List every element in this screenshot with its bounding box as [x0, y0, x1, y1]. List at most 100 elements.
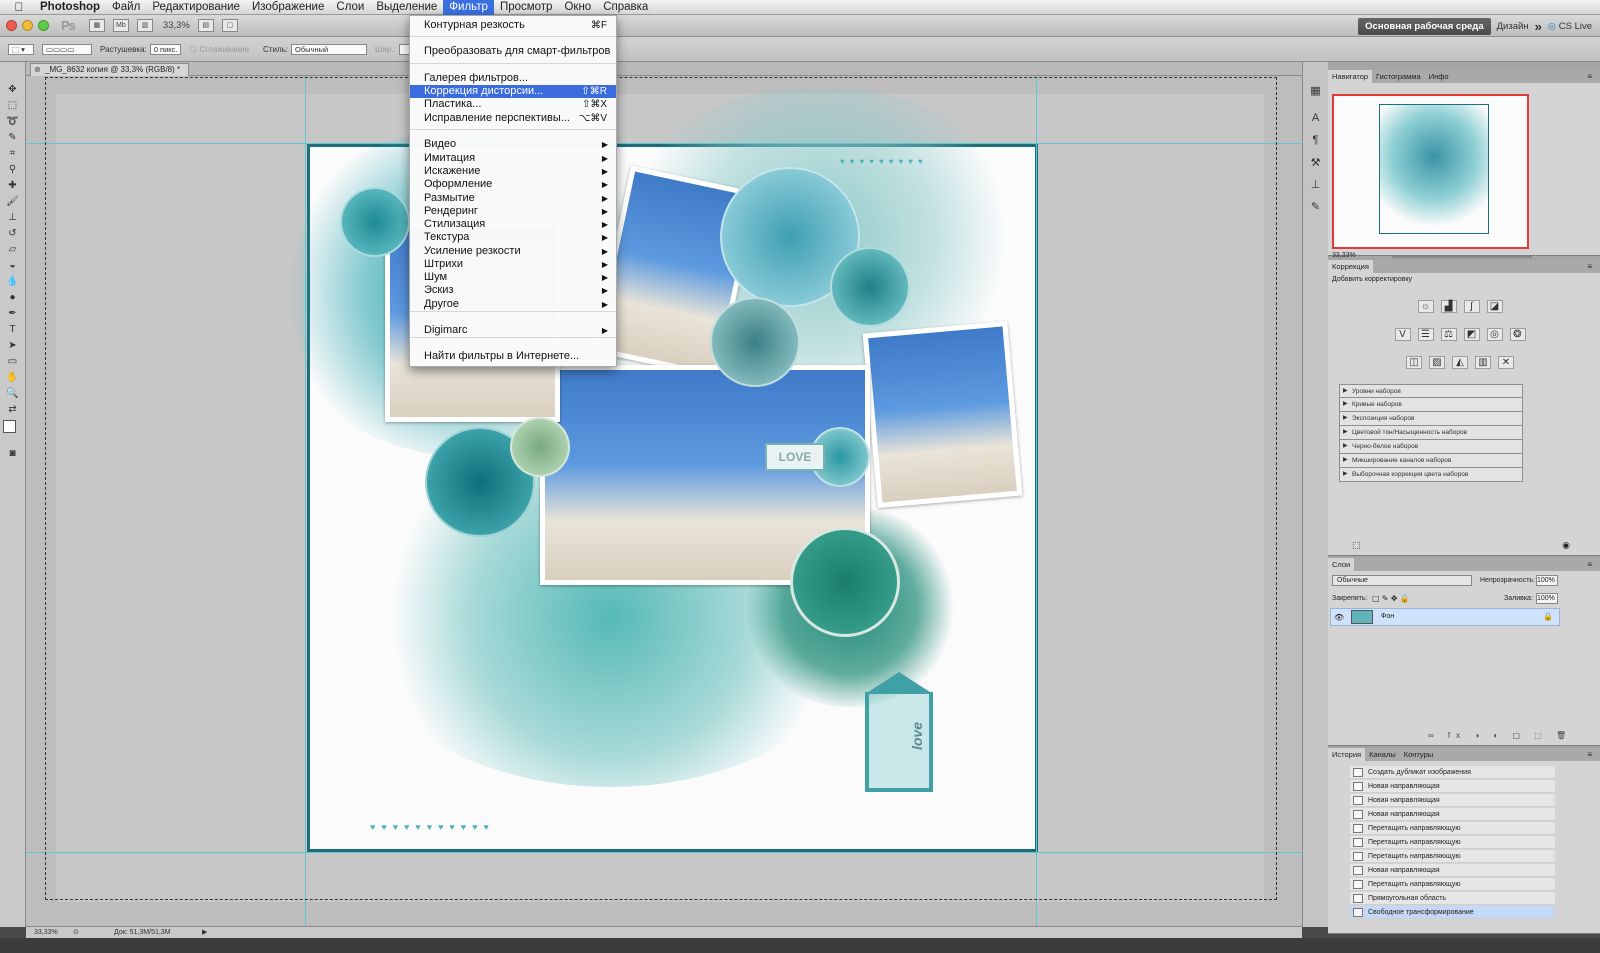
- apple-icon[interactable]: : [10, 0, 28, 14]
- foreground-color-swatch[interactable]: [3, 420, 16, 433]
- preset-exposure[interactable]: ▶ Экспозиция наборов: [1339, 412, 1523, 426]
- status-info-icon[interactable]: ⊙: [73, 927, 79, 938]
- filter-menu-item[interactable]: Стилизация ▶: [410, 218, 616, 231]
- paint-bucket-tool-icon[interactable]: ◒: [4, 258, 22, 272]
- preset-curves[interactable]: ▶ Кривые наборов: [1339, 398, 1523, 412]
- eye-icon[interactable]: 👁: [1334, 613, 1344, 622]
- swap-colors-icon[interactable]: ⇄: [4, 402, 22, 416]
- menu-select[interactable]: Выделение: [370, 0, 443, 15]
- menu-filter[interactable]: Фильтр: [443, 0, 494, 15]
- photo-filter-icon[interactable]: ◎: [1486, 328, 1503, 341]
- navigator-zoom[interactable]: 33,33%: [1332, 252, 1356, 259]
- character-panel-icon[interactable]: A: [1308, 112, 1324, 126]
- status-zoom[interactable]: 33,33%: [34, 927, 58, 938]
- hand-tool-icon[interactable]: ✋: [4, 370, 22, 384]
- history-item[interactable]: Новая направляющая: [1350, 794, 1555, 807]
- filter-menu-item[interactable]: Размытие ▶: [410, 192, 616, 205]
- tool-presets-icon[interactable]: ⚒: [1308, 156, 1324, 170]
- tab-paths[interactable]: Контуры: [1400, 748, 1437, 761]
- posterize-icon[interactable]: ▨: [1429, 356, 1445, 369]
- filter-menu-item[interactable]: Рендеринг ▶: [410, 205, 616, 218]
- preset-black-white[interactable]: ▶ Черно-белое наборов: [1339, 440, 1523, 454]
- history-item[interactable]: Создать дубликат изображения: [1350, 766, 1555, 779]
- tab-adjustments[interactable]: Коррекция: [1328, 260, 1373, 273]
- fill-input[interactable]: 100%: [1536, 593, 1558, 604]
- filter-menu-item[interactable]: Усиление резкости ▶: [410, 245, 616, 258]
- menu-window[interactable]: Окно: [558, 0, 597, 15]
- tab-navigator[interactable]: Навигатор: [1328, 70, 1373, 83]
- panel-menu-icon[interactable]: ≡: [1583, 558, 1596, 571]
- quick-selection-tool-icon[interactable]: ✎: [4, 130, 22, 144]
- feather-input[interactable]: 0 пикс.: [149, 43, 182, 55]
- mini-bridge-button[interactable]: Mb: [112, 19, 129, 32]
- dodge-tool-icon[interactable]: ●: [4, 290, 22, 304]
- preset-levels[interactable]: ▶ Уровни наборов: [1339, 384, 1523, 398]
- filter-menu-item[interactable]: Контурная резкость ⌘F: [410, 19, 616, 32]
- status-menu-arrow-icon[interactable]: ▶: [202, 927, 207, 938]
- history-item[interactable]: Прямоугольная область: [1350, 892, 1555, 905]
- curves-icon[interactable]: ∫: [1463, 300, 1480, 313]
- layer-buttons-row[interactable]: ∞ fx ◑ ◐ ▢ ⬚ 🗑: [1428, 731, 1572, 740]
- tab-info[interactable]: Инфо: [1425, 70, 1453, 83]
- filter-menu-item[interactable]: Штрихи ▶: [410, 258, 616, 271]
- menu-edit[interactable]: Редактирование: [146, 0, 246, 15]
- healing-brush-tool-icon[interactable]: ✚: [4, 178, 22, 192]
- blend-mode-select[interactable]: Обычные: [1332, 575, 1472, 586]
- more-workspaces-button[interactable]: »: [1535, 19, 1542, 34]
- filter-menu-item[interactable]: Другое ▶: [410, 298, 616, 311]
- menu-layers[interactable]: Слои: [330, 0, 370, 15]
- history-item[interactable]: Перетащить направляющую: [1350, 850, 1555, 863]
- selective-color-icon[interactable]: ✕: [1498, 356, 1514, 369]
- close-window-button[interactable]: [6, 20, 17, 31]
- panel-menu-icon[interactable]: ≡: [1583, 260, 1596, 273]
- menu-photoshop[interactable]: Photoshop: [34, 0, 106, 15]
- tab-histogram[interactable]: Гистограмма: [1372, 70, 1425, 83]
- preset-hue-saturation[interactable]: ▶ Цветовой тон/Насыщенность наборов: [1339, 426, 1523, 440]
- workspace-design-button[interactable]: Дизайн: [1497, 21, 1529, 32]
- filter-menu-item[interactable]: Видео ▶: [410, 138, 616, 151]
- filter-menu-item[interactable]: Искажение ▶: [410, 165, 616, 178]
- filter-menu-item[interactable]: Эскиз ▶: [410, 284, 616, 297]
- clone-source-icon[interactable]: ⊥: [1308, 178, 1324, 192]
- eraser-tool-icon[interactable]: ▱: [4, 242, 22, 256]
- panel-menu-icon[interactable]: ≡: [1583, 70, 1596, 83]
- filter-menu-item[interactable]: Найти фильтры в Интернете...: [410, 350, 616, 363]
- history-item[interactable]: Новая направляющая: [1350, 808, 1555, 821]
- history-item[interactable]: Новая направляющая: [1350, 864, 1555, 877]
- document-canvas[interactable]: LOVE love ♥♥♥♥♥♥♥♥♥♥♥ ♥♥♥♥♥♥♥♥♥: [26, 76, 1302, 926]
- lasso-tool-icon[interactable]: ➰: [4, 114, 22, 128]
- filter-menu-item[interactable]: Коррекция дисторсии... ⇧⌘R: [410, 85, 616, 98]
- tab-layers[interactable]: Слои: [1328, 558, 1355, 571]
- style-select[interactable]: Обычный: [291, 43, 368, 55]
- type-tool-icon[interactable]: T: [4, 322, 22, 336]
- brush-tool-icon[interactable]: 🖌: [4, 194, 22, 208]
- preset-selective-color[interactable]: ▶ Выборочная коррекция цвета наборов: [1339, 468, 1523, 482]
- workspace-essentials-button[interactable]: Основная рабочая среда: [1358, 17, 1491, 35]
- navigator-thumbnail[interactable]: [1332, 94, 1529, 249]
- selection-mode-buttons[interactable]: ▭▭▭▭: [42, 43, 92, 55]
- arrange-documents-icon[interactable]: ▤: [197, 19, 214, 32]
- blur-tool-icon[interactable]: 💧: [4, 274, 22, 288]
- history-item[interactable]: Перетащить направляющую: [1350, 822, 1555, 835]
- gradient-map-icon[interactable]: ▥: [1475, 356, 1491, 369]
- zoom-level-select[interactable]: 33,3%: [163, 20, 190, 31]
- history-item[interactable]: Перетащить направляющую: [1350, 836, 1555, 849]
- menu-help[interactable]: Справка: [597, 0, 654, 15]
- color-balance-icon[interactable]: ⚖: [1440, 328, 1457, 341]
- rectangle-tool-icon[interactable]: ▭: [4, 354, 22, 368]
- filter-menu-item[interactable]: Текстура ▶: [410, 231, 616, 244]
- zoom-tool-icon[interactable]: 🔍: [4, 386, 22, 400]
- filter-menu-item[interactable]: Пластика... ⇧⌘X: [410, 98, 616, 111]
- filter-menu-item[interactable]: Галерея фильтров...: [410, 72, 616, 85]
- filter-menu-item[interactable]: Оформление ▶: [410, 178, 616, 191]
- move-tool-icon[interactable]: ✥: [4, 82, 22, 96]
- levels-icon[interactable]: ▟: [1440, 300, 1457, 313]
- document-tab[interactable]: ⊗ _MG_8632 копия @ 33,3% (RGB/8) *: [30, 63, 190, 76]
- close-document-icon[interactable]: ⊗: [34, 64, 41, 76]
- vibrance-icon[interactable]: V: [1394, 328, 1411, 341]
- bridge-icon[interactable]: ▦: [88, 19, 105, 32]
- eyedropper-tool-icon[interactable]: ⚲: [4, 162, 22, 176]
- toggle-layer-visibility-icon[interactable]: ◉: [1562, 540, 1570, 551]
- invert-icon[interactable]: ◫: [1406, 356, 1422, 369]
- crop-tool-icon[interactable]: ⌗: [4, 146, 22, 160]
